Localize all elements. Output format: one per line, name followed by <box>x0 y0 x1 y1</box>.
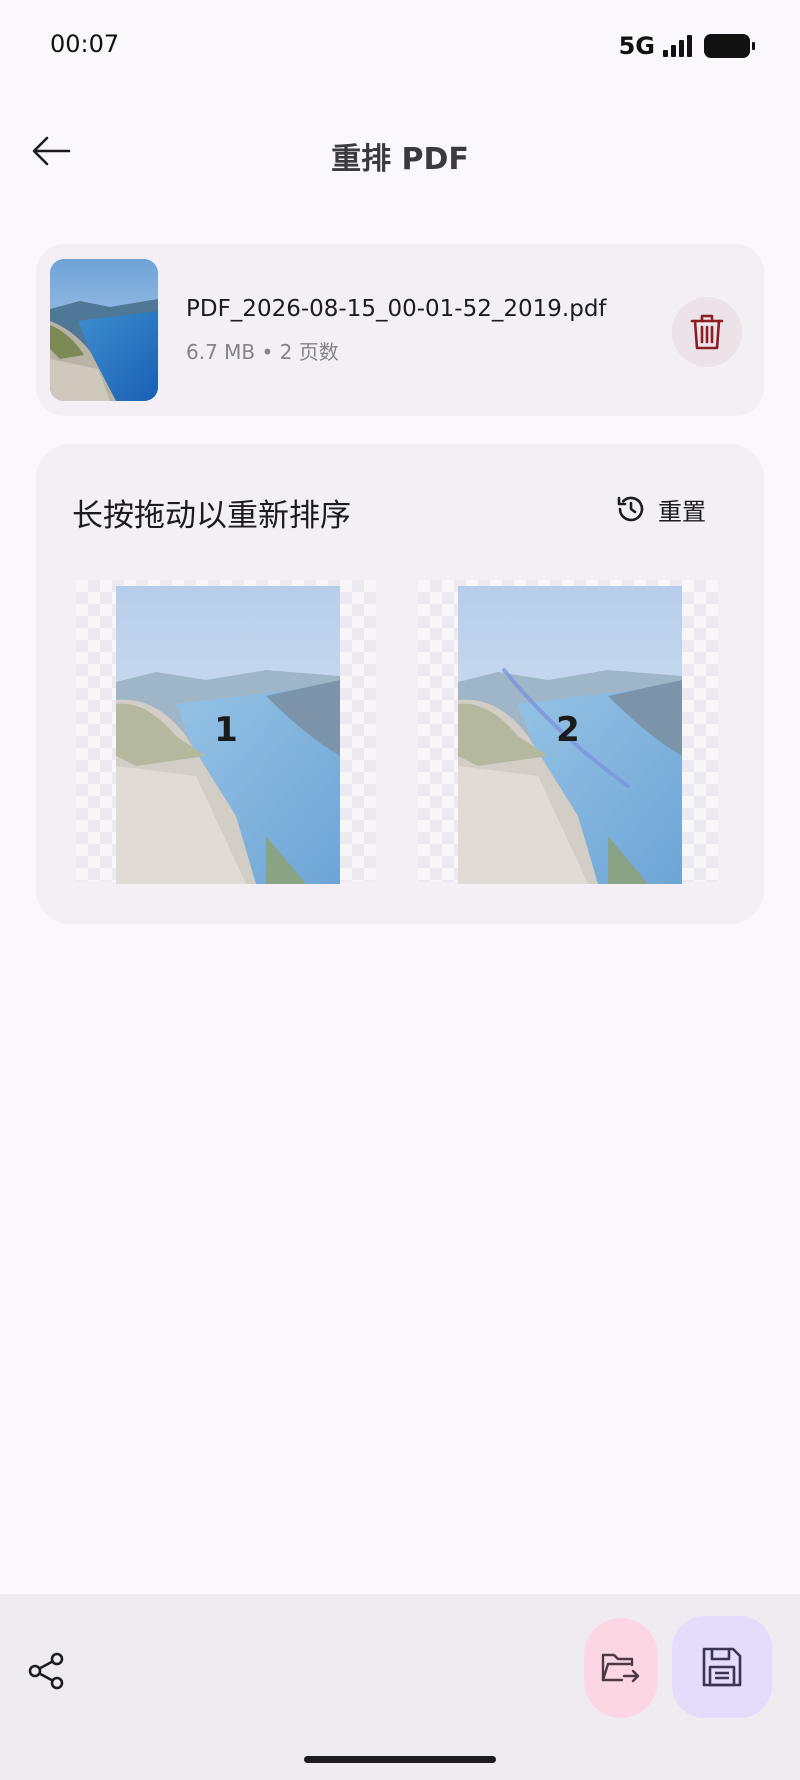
trash-icon <box>690 314 724 350</box>
status-time: 00:07 <box>50 30 120 58</box>
page-tile[interactable]: 2 <box>418 580 718 884</box>
save-icon <box>702 1647 742 1687</box>
page-tile[interactable]: 1 <box>76 580 376 884</box>
file-name: PDF_2026-08-15_00-01-52_2019.pdf <box>186 296 607 322</box>
share-icon <box>28 1652 64 1690</box>
reset-button[interactable]: 重置 <box>616 486 706 532</box>
export-to-folder-button[interactable] <box>584 1618 658 1718</box>
page-number: 2 <box>556 710 580 750</box>
status-icons: 5G <box>618 32 755 60</box>
file-meta: 6.7 MB • 2 页数 <box>186 340 339 364</box>
reorder-instruction: 长按拖动以重新排序 <box>72 498 351 534</box>
reorder-card: 长按拖动以重新排序 重置 1 2 <box>36 444 764 924</box>
battery-icon <box>704 34 755 58</box>
signal-icon <box>663 35 692 57</box>
status-bar: 00:07 5G <box>0 0 800 90</box>
file-thumbnail <box>50 259 158 401</box>
home-indicator[interactable] <box>304 1756 496 1763</box>
page-title: 重排 PDF <box>331 142 469 177</box>
network-label: 5G <box>618 32 655 60</box>
reset-label: 重置 <box>658 497 706 526</box>
file-card: PDF_2026-08-15_00-01-52_2019.pdf 6.7 MB … <box>36 244 764 416</box>
delete-file-button[interactable] <box>672 297 742 367</box>
share-button[interactable] <box>26 1646 66 1696</box>
app-bar: 重排 PDF <box>0 100 800 210</box>
page-number: 1 <box>214 710 238 750</box>
folder-export-icon <box>601 1653 640 1683</box>
history-icon <box>617 496 644 522</box>
bottom-action-bar <box>0 1594 800 1780</box>
save-button[interactable] <box>672 1616 772 1718</box>
